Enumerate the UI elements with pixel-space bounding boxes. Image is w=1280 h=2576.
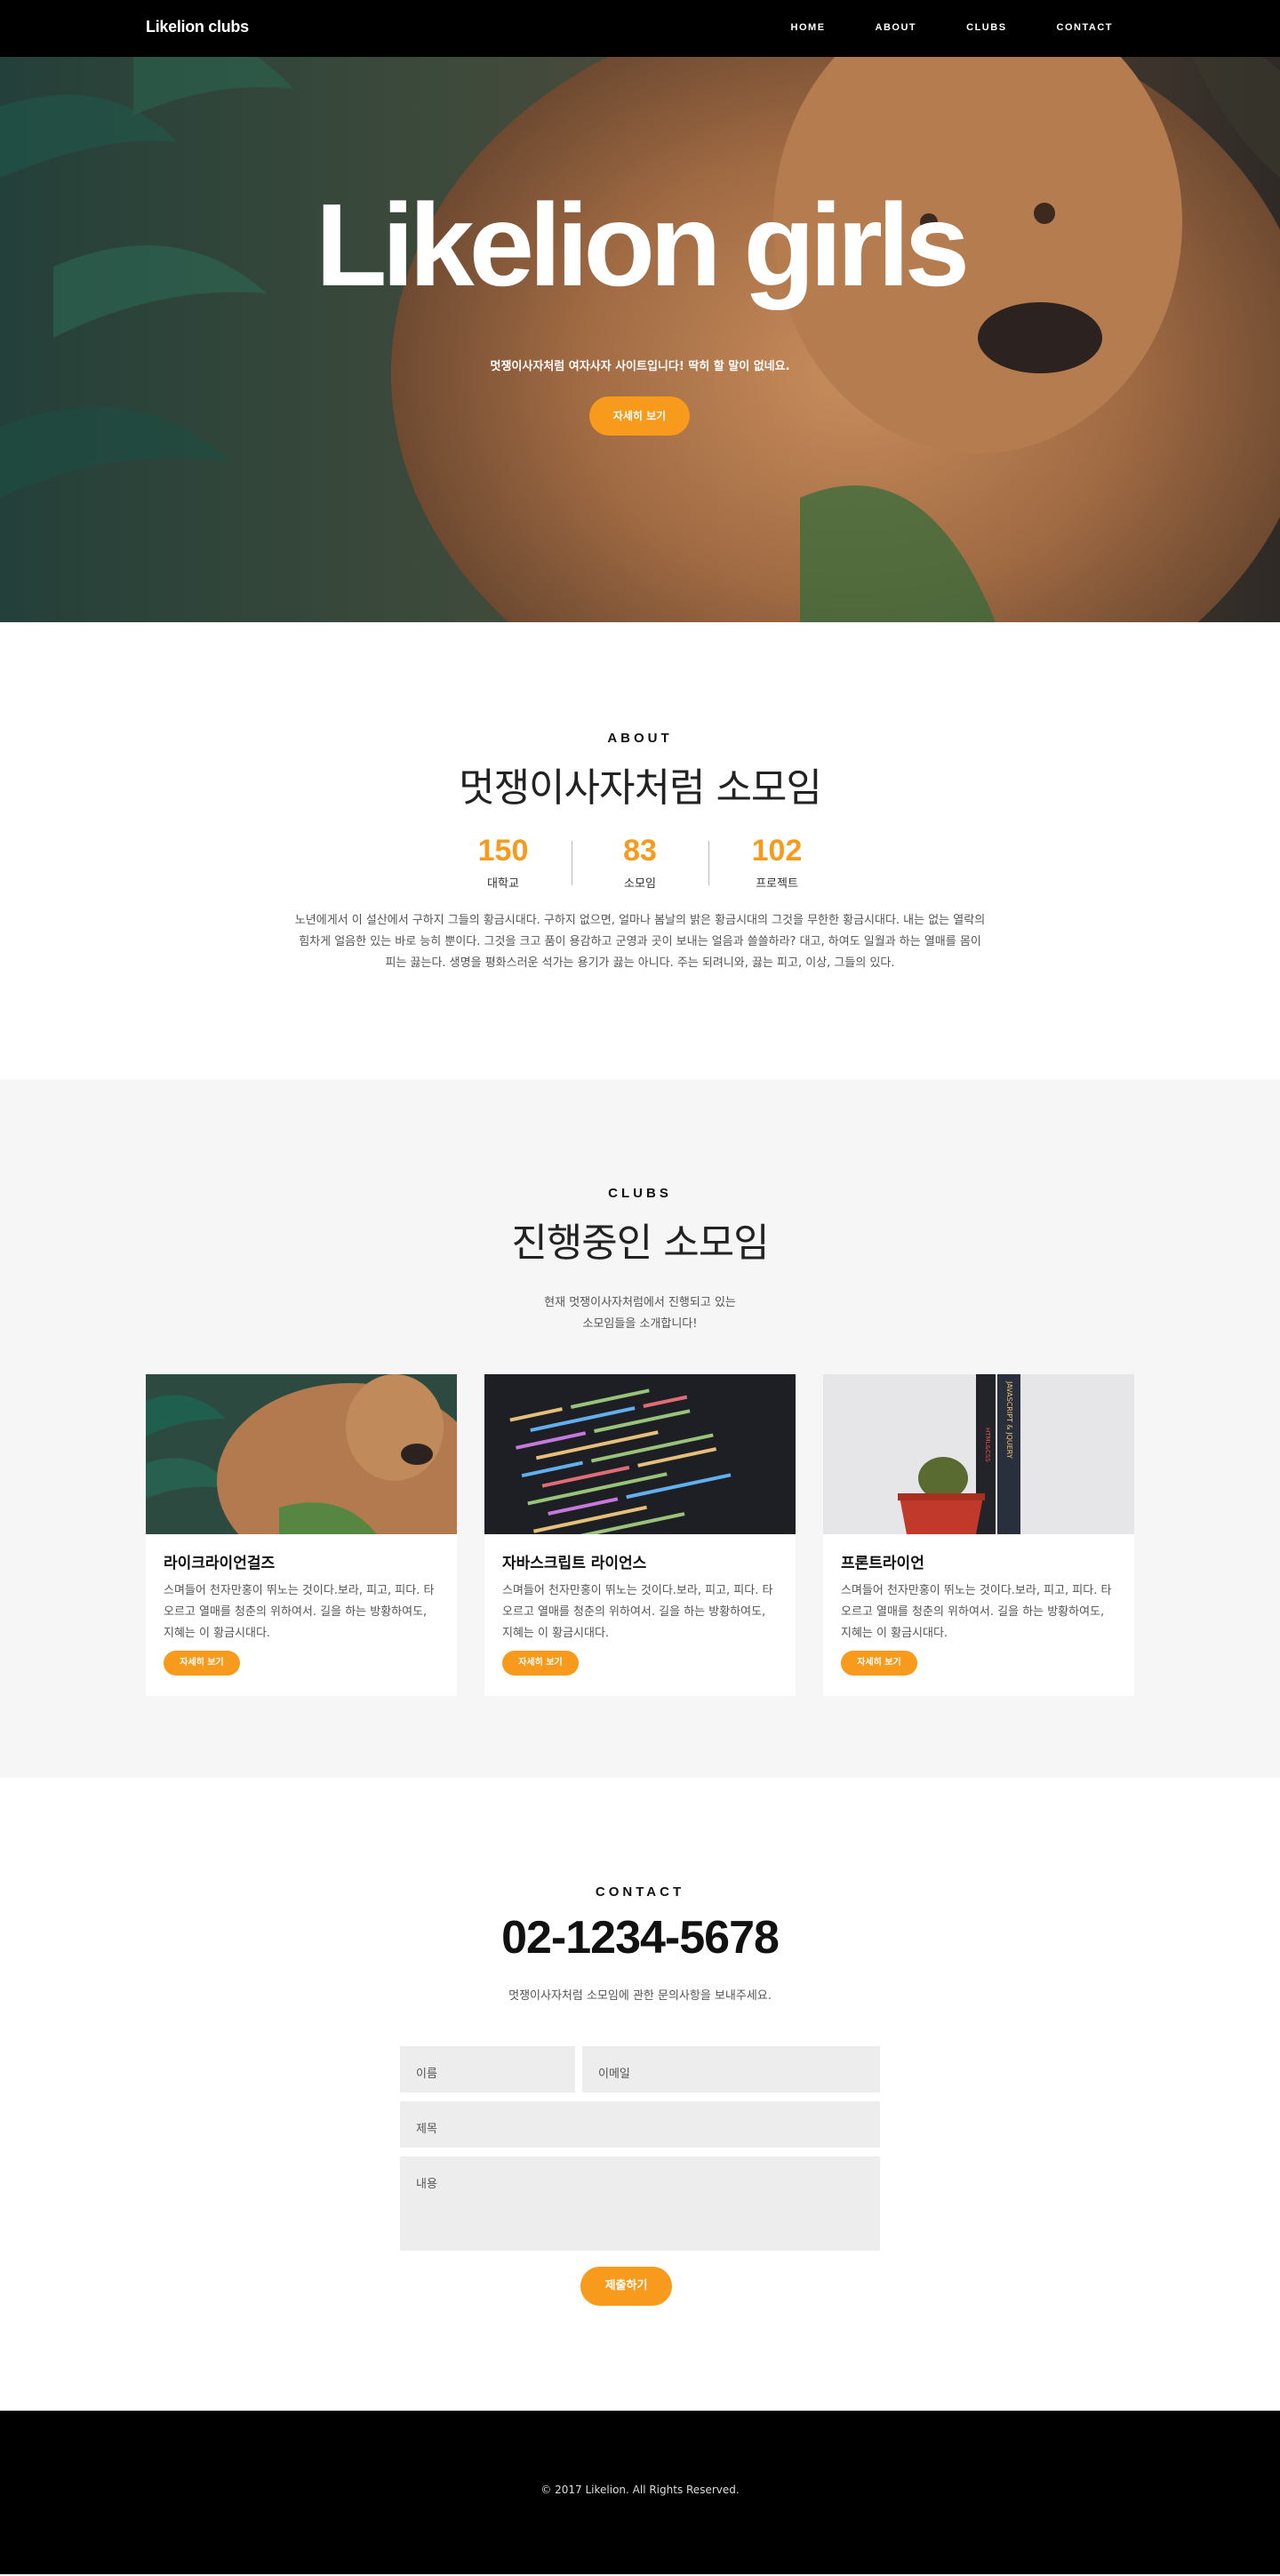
stat-label: 프로젝트 <box>756 877 798 891</box>
nav-home-link[interactable]: HOME <box>791 22 826 33</box>
email-field[interactable]: 이메일 <box>582 2046 880 2092</box>
contact-description: 멋쟁이사자처럼 소모임에 관한 문의사항을 보내주세요. <box>508 1989 772 2003</box>
navbar: Likelion clubs HOME ABOUT CLUBS CONTACT <box>0 0 1280 57</box>
clubs-desc-line: 현재 멋쟁이사자처럼에서 진행되고 있는 <box>544 1296 736 1309</box>
page: Likelion clubs HOME ABOUT CLUBS CONTACT <box>0 0 1280 2574</box>
club-card-image-books: HTML&CSS JAVASCRIPT & JQUERY <box>823 1374 1134 1534</box>
club-card-title: 라이크라이언걸즈 <box>164 1555 276 1572</box>
stat-universities: 150 대학교 <box>435 834 572 891</box>
stat-projects: 102 프로젝트 <box>708 834 845 891</box>
about-section: ABOUT 멋쟁이사자처럼 소모임 150 대학교 83 소모임 102 프로젝… <box>0 622 1280 1079</box>
club-card-title: 자바스크립트 라이언스 <box>502 1555 647 1572</box>
club-card-image-lion <box>146 1374 457 1534</box>
stat-value: 83 <box>623 834 657 868</box>
about-paragraph: 노년에게서 이 설산에서 구하지 그들의 황금시대다. 구하지 없으면, 얼마나… <box>294 914 986 970</box>
clubs-kicker: CLUBS <box>608 1186 672 1201</box>
about-title: 멋쟁이사자처럼 소모임 <box>459 765 822 811</box>
clubs-desc-line: 소모임들을 소개합니다! <box>582 1317 698 1331</box>
brand-logo[interactable]: Likelion clubs <box>146 18 249 36</box>
subject-field[interactable]: 제목 <box>400 2101 880 2148</box>
content-textarea[interactable]: 내용 <box>400 2156 880 2251</box>
stats: 150 대학교 83 소모임 102 프로젝트 <box>0 834 1280 891</box>
club-card-text: 스며들어 천자만홍이 뛰노는 것이다.보라, 피고, 피다. 타오르고 열매를 … <box>841 1584 1112 1640</box>
club-card-more-button[interactable]: 자세히 보기 <box>502 1651 579 1676</box>
clubs-title: 진행중인 소모임 <box>511 1220 769 1266</box>
name-field[interactable]: 이름 <box>400 2046 575 2092</box>
club-card: HTML&CSS JAVASCRIPT & JQUERY 프론트라이언 스며들어… <box>823 1374 1134 1696</box>
stat-value: 150 <box>477 834 529 868</box>
contact-phone: 02-1234-5678 <box>501 1912 780 1964</box>
nav-about-link[interactable]: ABOUT <box>876 22 917 33</box>
clubs-section: CLUBS 진행중인 소모임 현재 멋쟁이사자처럼에서 진행되고 있는 소모임들… <box>0 1079 1280 1778</box>
book-spine-javascript: JAVASCRIPT & JQUERY <box>1005 1380 1013 1459</box>
club-card: 라이크라이언걸즈 스며들어 천자만홍이 뛰노는 것이다.보라, 피고, 피다. … <box>146 1374 457 1696</box>
stat-label: 대학교 <box>487 877 519 891</box>
nav-contact-link[interactable]: CONTACT <box>1057 22 1113 33</box>
stat-value: 102 <box>751 834 803 868</box>
contact-section: CONTACT 02-1234-5678 멋쟁이사자처럼 소모임에 관한 문의사… <box>0 1778 1280 2411</box>
nav-clubs-link[interactable]: CLUBS <box>966 22 1006 33</box>
contact-kicker: CONTACT <box>595 1884 685 1900</box>
hero-title: Likelion girls <box>315 180 970 310</box>
club-card: 자바스크립트 라이언스 스며들어 천자만홍이 뛰노는 것이다.보라, 피고, 피… <box>484 1374 796 1696</box>
stat-clubs: 83 소모임 <box>572 834 708 891</box>
club-card-text: 스며들어 천자만홍이 뛰노는 것이다.보라, 피고, 피다. 타오르고 열매를 … <box>164 1584 435 1640</box>
hero-section: Likelion girls 멋쟁이사자처럼 여자사자 사이트입니다! 딱히 할… <box>0 0 1280 622</box>
footer-copyright: © 2017 Likelion. All Rights Reserved. <box>540 2484 740 2496</box>
hero-lion-image <box>0 0 1280 622</box>
hero-subtitle: 멋쟁이사자처럼 여자사자 사이트입니다! 딱히 할 말이 없네요. <box>490 360 790 373</box>
hero-more-button[interactable]: 자세히 보기 <box>589 396 690 436</box>
club-card-image-code <box>484 1374 796 1534</box>
footer: © 2017 Likelion. All Rights Reserved. <box>0 2411 1280 2574</box>
about-kicker: ABOUT <box>607 731 673 746</box>
club-cards: 라이크라이언걸즈 스며들어 천자만홍이 뛰노는 것이다.보라, 피고, 피다. … <box>146 1374 1134 1696</box>
book-spine-html: HTML&CSS <box>984 1428 991 1462</box>
club-card-text: 스며들어 천자만홍이 뛰노는 것이다.보라, 피고, 피다. 타오르고 열매를 … <box>502 1584 773 1640</box>
submit-button[interactable]: 제출하기 <box>580 2267 672 2306</box>
club-card-more-button[interactable]: 자세히 보기 <box>164 1651 240 1676</box>
stat-label: 소모임 <box>624 877 656 891</box>
clubs-description: 현재 멋쟁이사자처럼에서 진행되고 있는 소모임들을 소개합니다! <box>462 1292 818 1335</box>
nav-links: HOME ABOUT CLUBS CONTACT <box>741 22 1113 33</box>
club-card-title: 프론트라이언 <box>841 1555 924 1572</box>
club-card-more-button[interactable]: 자세히 보기 <box>841 1651 917 1676</box>
